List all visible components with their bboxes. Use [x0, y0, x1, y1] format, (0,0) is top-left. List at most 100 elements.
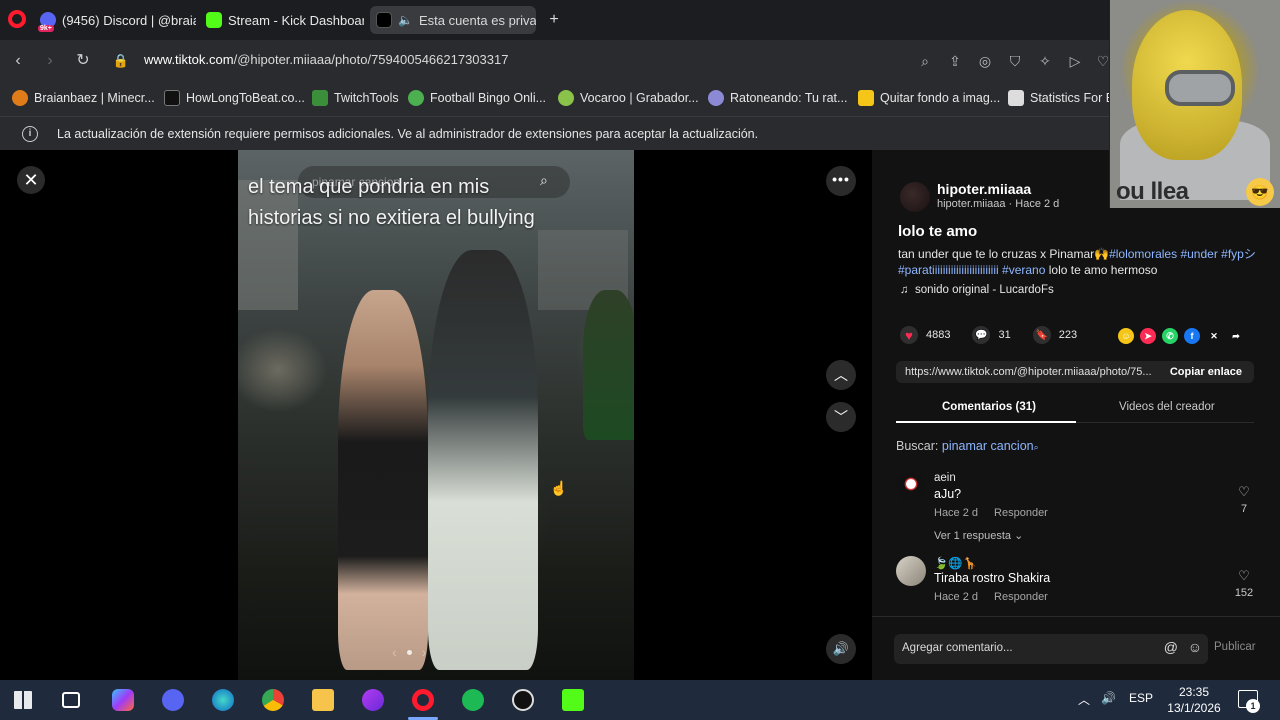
send-icon[interactable]: ▷: [1066, 52, 1084, 70]
repost-icon[interactable]: ☺: [1118, 328, 1134, 344]
copilot-icon[interactable]: [112, 689, 134, 711]
emoji-icon[interactable]: ☺: [1188, 639, 1202, 655]
comment-input[interactable]: Agregar comentario... @ ☺: [894, 634, 1208, 664]
bookmark-item[interactable]: Braianbaez | Minecr...: [12, 90, 155, 106]
chevron-left-icon[interactable]: ‹: [392, 644, 397, 660]
post-actions: ♥ 4883 💬 31 🔖 223: [900, 326, 1099, 344]
discord-icon[interactable]: [162, 689, 184, 711]
comment-author[interactable]: 🍃🌐🦒: [934, 556, 977, 570]
obs-icon[interactable]: [512, 689, 534, 711]
related-search-link[interactable]: pinamar cancion: [942, 439, 1034, 453]
opera-logo-icon[interactable]: [8, 10, 26, 28]
more-options-icon[interactable]: •••: [826, 166, 856, 196]
avatar[interactable]: [896, 472, 926, 502]
send-icon[interactable]: ➤: [1140, 328, 1156, 344]
mouse-cursor-icon: ☝: [550, 480, 568, 496]
hashtag[interactable]: #fypシ: [1221, 247, 1256, 261]
clock[interactable]: 23:35 13/1/2026: [1161, 684, 1227, 716]
vpn-icon[interactable]: ✧: [1036, 52, 1054, 70]
carousel-dot[interactable]: [406, 649, 412, 655]
share-icon[interactable]: ⇪: [946, 52, 964, 70]
comment-author[interactable]: aein: [934, 472, 956, 484]
reply-button[interactable]: Responder: [994, 507, 1048, 519]
copy-link-button[interactable]: Copiar enlace: [1170, 366, 1242, 378]
save-button[interactable]: 🔖 223: [1032, 326, 1077, 344]
kick-icon[interactable]: [562, 689, 584, 711]
post-details-panel: hipoter.miiaaa hipoter.miiaaa · Hace 2 d…: [872, 150, 1280, 680]
statistics-icon: [1008, 90, 1024, 106]
url-field[interactable]: www.tiktok.com/@hipoter.miiaaa/photo/759…: [144, 52, 508, 67]
hltb-icon: [164, 90, 180, 106]
post-photo[interactable]: pinamar cancion ⌕ el tema que pondria en…: [238, 150, 634, 680]
lock-icon[interactable]: 🔒: [111, 51, 131, 71]
tab-kick[interactable]: Stream - Kick Dashboard: [200, 6, 364, 34]
language-indicator[interactable]: ESP: [1129, 691, 1153, 705]
hashtag[interactable]: #under: [1180, 247, 1217, 261]
bookmark-icon: 🔖: [1032, 326, 1051, 344]
forward-icon[interactable]: ›: [40, 51, 60, 71]
clock-date: 13/1/2026: [1167, 701, 1221, 715]
minion-goggle: [1165, 70, 1235, 106]
bookmark-item[interactable]: TwitchTools: [312, 90, 399, 106]
avatar[interactable]: [896, 556, 926, 586]
hashtag[interactable]: #paratiiiiiiiiiiiiiiiiiiiiiiiii: [898, 263, 999, 277]
volume-icon[interactable]: 🔊: [1101, 691, 1116, 705]
spotify-icon[interactable]: [462, 689, 484, 711]
tab-comments[interactable]: Comentarios (31): [942, 401, 1036, 413]
task-view-icon[interactable]: [62, 692, 80, 708]
comment-like-button[interactable]: ♡ 152: [1232, 568, 1256, 599]
search-page-icon[interactable]: ⌕: [916, 52, 934, 70]
tray-chevron-up-icon[interactable]: ︿: [1078, 691, 1090, 708]
close-icon[interactable]: ✕: [17, 166, 45, 194]
x-icon[interactable]: ✕: [1206, 328, 1222, 344]
comment-like-button[interactable]: ♡ 7: [1232, 484, 1256, 515]
tab-discord[interactable]: 9k+ (9456) Discord | @braianb: [34, 6, 196, 34]
hashtag[interactable]: #verano: [1002, 263, 1045, 277]
notifications-badge: 1: [1246, 699, 1260, 713]
comments-button[interactable]: 💬 31: [972, 326, 1011, 344]
bookmark-item[interactable]: Ratoneando: Tu rat...: [708, 90, 847, 106]
bookmark-item[interactable]: Vocaroo | Grabador...: [558, 90, 699, 106]
post-link[interactable]: https://www.tiktok.com/@hipoter.miiaaa/p…: [905, 366, 1165, 378]
mention-icon[interactable]: @: [1164, 639, 1178, 655]
whatsapp-icon[interactable]: ✆: [1162, 328, 1178, 344]
chrome-icon[interactable]: [262, 689, 284, 711]
new-tab-button[interactable]: +: [546, 12, 562, 28]
photo-person: [338, 290, 428, 670]
post-title: lolo te amo: [898, 223, 978, 240]
back-icon[interactable]: ‹: [8, 51, 28, 71]
tab-tiktok[interactable]: 🔈 Esta cuenta es privada: [370, 6, 536, 34]
windows-start-icon[interactable]: [14, 691, 32, 709]
reply-button[interactable]: Responder: [994, 591, 1048, 603]
chevron-right-icon[interactable]: ›: [422, 644, 427, 660]
publish-button[interactable]: Publicar: [1214, 641, 1256, 653]
comment-text: Tiraba rostro Shakira: [934, 571, 1051, 585]
camera-icon[interactable]: ◎: [976, 52, 994, 70]
volume-icon[interactable]: 🔊: [826, 634, 856, 664]
speaker-icon[interactable]: 🔈: [398, 13, 413, 27]
bookmark-item[interactable]: Statistics For Be: [1008, 90, 1121, 106]
file-explorer-icon[interactable]: [312, 689, 334, 711]
opera-icon[interactable]: [412, 689, 434, 711]
overlay-text: ou llea: [1116, 178, 1189, 205]
reload-icon[interactable]: ↻: [73, 51, 93, 71]
hashtag[interactable]: #lolomorales: [1109, 247, 1177, 261]
edge-icon[interactable]: [212, 689, 234, 711]
shield-icon[interactable]: ⛉: [1006, 52, 1024, 70]
bookmark-item[interactable]: Quitar fondo a imag...: [858, 90, 1000, 106]
bookmark-item[interactable]: Football Bingo Onli...: [408, 90, 546, 106]
facebook-icon[interactable]: f: [1184, 328, 1200, 344]
like-button[interactable]: ♥ 4883: [900, 326, 950, 344]
canva-icon[interactable]: [362, 689, 384, 711]
share-arrow-icon[interactable]: ➦: [1228, 328, 1244, 344]
chevron-down-icon[interactable]: ﹀: [826, 402, 856, 432]
tab-creator-videos[interactable]: Videos del creador: [1119, 401, 1215, 413]
tiktok-icon: [376, 12, 392, 28]
view-replies-button[interactable]: Ver 1 respuesta ⌄: [934, 529, 1023, 542]
avatar[interactable]: [900, 182, 930, 212]
post-username[interactable]: hipoter.miiaaa: [937, 181, 1031, 197]
sound-link[interactable]: ♫ sonido original - LucardoFs: [900, 284, 1054, 296]
bookmark-item[interactable]: HowLongToBeat.co...: [164, 90, 305, 106]
chevron-up-icon[interactable]: ︿: [826, 360, 856, 390]
url-host: www.tiktok.com: [144, 52, 234, 67]
